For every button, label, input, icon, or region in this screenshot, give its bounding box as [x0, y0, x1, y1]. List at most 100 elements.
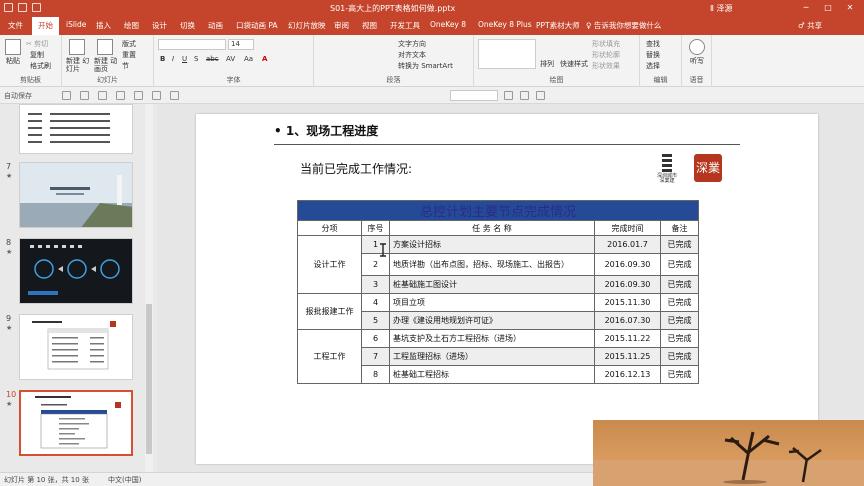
number-cell[interactable]: 5 — [361, 311, 390, 330]
font-name-dropdown[interactable] — [158, 39, 226, 50]
task-cell[interactable]: 办理《建设用地规划许可证》 — [389, 311, 595, 330]
category-cell[interactable]: 工程工作 — [297, 329, 362, 384]
date-cell[interactable]: 2016.12.13 — [594, 365, 661, 384]
note-cell[interactable]: 已完成 — [660, 311, 699, 330]
redo-icon[interactable] — [32, 3, 41, 12]
new-animation-page-button[interactable] — [94, 39, 116, 56]
font-color-button[interactable]: A — [262, 55, 267, 63]
table-icon[interactable] — [134, 91, 143, 100]
share-button[interactable]: ♂ 共享 — [798, 20, 822, 31]
user-name[interactable]: Ⅱ 泽源 — [710, 3, 732, 14]
shapes-gallery[interactable] — [478, 39, 536, 69]
header-number[interactable]: 序号 — [361, 220, 390, 236]
save-icon[interactable] — [62, 91, 71, 100]
picture-icon[interactable] — [152, 91, 161, 100]
maximize-button[interactable]: □ — [820, 2, 836, 14]
current-slide[interactable]: • 1、现场工程进度 当前已完成工作情况: 深圳城市 深業建 深業 总控计划主要… — [196, 114, 818, 464]
tab-slideshow[interactable]: 幻灯片放映 — [288, 20, 326, 31]
task-cell[interactable]: 地质详勘（出布点图，招标、现场施工、出报告） — [389, 253, 595, 276]
undo-icon[interactable] — [80, 91, 89, 100]
date-cell[interactable]: 2015.11.25 — [594, 347, 661, 366]
tab-ppt-material[interactable]: PPT素材大师 — [536, 20, 580, 31]
change-case-button[interactable]: Aa — [244, 55, 253, 63]
tab-onekey8-plus[interactable]: OneKey 8 Plus — [478, 20, 532, 29]
dictate-button[interactable]: 听写 — [688, 39, 706, 66]
note-cell[interactable]: 已完成 — [660, 253, 699, 276]
find-button[interactable]: 查找 — [646, 39, 660, 49]
tab-insert[interactable]: 插入 — [96, 20, 111, 31]
paste-button[interactable]: 粘贴 — [4, 39, 22, 66]
minimize-button[interactable]: ─ — [798, 2, 814, 14]
task-cell[interactable]: 基坑支护及土石方工程招标（进场） — [389, 329, 595, 348]
slide-thumbnail-8[interactable] — [19, 238, 133, 304]
tab-view[interactable]: 视图 — [362, 20, 377, 31]
shape-icon[interactable] — [170, 91, 179, 100]
tab-islide[interactable]: iSlide — [66, 20, 86, 29]
quick-dropdown[interactable] — [450, 90, 498, 101]
tab-developer[interactable]: 开发工具 — [390, 20, 420, 31]
number-cell[interactable]: 8 — [361, 365, 390, 384]
number-cell[interactable]: 6 — [361, 329, 390, 348]
thumbnail-scrollbar[interactable] — [145, 104, 153, 472]
note-cell[interactable]: 已完成 — [660, 235, 699, 254]
slide-thumbnail-7[interactable] — [19, 162, 133, 228]
date-cell[interactable]: 2015.11.30 — [594, 293, 661, 312]
underline-button[interactable]: U — [182, 55, 187, 63]
header-category[interactable]: 分项 — [297, 220, 362, 236]
tab-file[interactable]: 文件 — [8, 20, 23, 31]
table-caption[interactable]: 总控计划主要节点完成情况 — [297, 200, 699, 221]
section-button[interactable]: 节 — [122, 61, 129, 71]
bold-button[interactable]: B — [160, 55, 165, 63]
cut-button[interactable]: ✂ 剪切 — [26, 39, 48, 49]
align-icon[interactable] — [504, 91, 513, 100]
char-spacing-button[interactable]: AV — [226, 55, 235, 63]
task-cell[interactable]: 工程监理招标（进场） — [389, 347, 595, 366]
arrange-button[interactable]: 排列 — [540, 59, 554, 69]
header-note[interactable]: 备注 — [660, 220, 699, 236]
shape-fill-button[interactable]: 形状填充 — [592, 39, 620, 49]
date-cell[interactable]: 2016.07.30 — [594, 311, 661, 330]
smartart-button[interactable]: 转换为 SmartArt — [398, 61, 453, 71]
distribute-icon[interactable] — [520, 91, 529, 100]
tab-design[interactable]: 设计 — [152, 20, 167, 31]
category-cell[interactable]: 报批报建工作 — [297, 293, 362, 330]
date-cell[interactable]: 2016.01.7 — [594, 235, 661, 254]
slide-thumbnail-9[interactable] — [19, 314, 133, 380]
group-icon[interactable] — [536, 91, 545, 100]
italic-button[interactable]: I — [172, 55, 174, 63]
undo-icon[interactable] — [18, 3, 27, 12]
tab-onekey8[interactable]: OneKey 8 — [430, 20, 466, 29]
task-cell[interactable]: 项目立项 — [389, 293, 595, 312]
autosave-label[interactable]: 自动保存 — [4, 91, 32, 101]
task-cell[interactable]: 桩基础工程招标 — [389, 365, 595, 384]
format-painter-button[interactable]: 格式刷 — [30, 61, 51, 71]
scrollbar-thumb[interactable] — [146, 304, 152, 454]
tab-draw[interactable]: 绘图 — [124, 20, 139, 31]
redo-icon[interactable] — [98, 91, 107, 100]
start-slideshow-icon[interactable] — [116, 91, 125, 100]
tab-review[interactable]: 审阅 — [334, 20, 349, 31]
align-text-button[interactable]: 对齐文本 — [398, 50, 426, 60]
tell-me-search[interactable]: ♀ 告诉我你想要做什么 — [586, 20, 661, 31]
language-status[interactable]: 中文(中国) — [108, 475, 141, 485]
font-size-dropdown[interactable]: 14 — [228, 39, 254, 50]
note-cell[interactable]: 已完成 — [660, 347, 699, 366]
shadow-button[interactable]: S — [194, 55, 198, 63]
note-cell[interactable]: 已完成 — [660, 275, 699, 294]
tab-pocket-animation[interactable]: 口袋动画 PA — [236, 20, 278, 31]
date-cell[interactable]: 2016.09.30 — [594, 253, 661, 276]
slide-heading[interactable]: • 1、现场工程进度 — [274, 122, 378, 139]
note-cell[interactable]: 已完成 — [660, 365, 699, 384]
tab-animations[interactable]: 动画 — [208, 20, 223, 31]
task-cell[interactable]: 桩基础施工图设计 — [389, 275, 595, 294]
number-cell[interactable]: 7 — [361, 347, 390, 366]
number-cell[interactable]: 3 — [361, 275, 390, 294]
date-cell[interactable]: 2016.09.30 — [594, 275, 661, 294]
number-cell[interactable]: 4 — [361, 293, 390, 312]
header-task[interactable]: 任 务 名 称 — [389, 220, 595, 236]
tab-home[interactable]: 开始 — [32, 17, 59, 35]
slide-subheading[interactable]: 当前已完成工作情况: — [300, 160, 412, 177]
header-date[interactable]: 完成时间 — [594, 220, 661, 236]
task-cell[interactable]: 方案设计招标 — [389, 235, 595, 254]
new-slide-button[interactable] — [66, 39, 88, 56]
